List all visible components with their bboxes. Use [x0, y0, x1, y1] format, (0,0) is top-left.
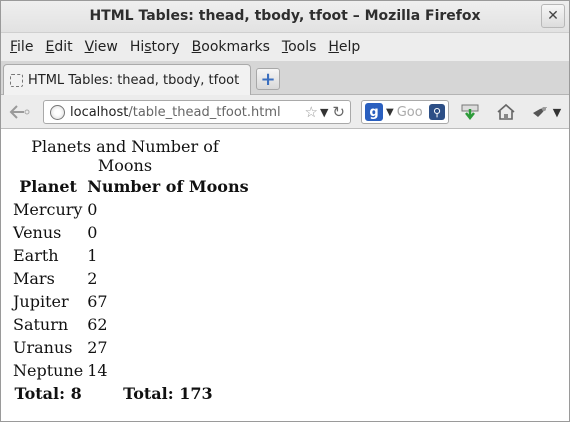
close-window-button[interactable]: ✕	[541, 4, 565, 28]
moons-cell: 0	[87, 200, 98, 219]
table-foot: Total: 8 Total: 173	[12, 382, 250, 405]
planet-cell: Venus	[13, 223, 62, 242]
reload-icon[interactable]: ↻	[332, 103, 345, 121]
table-row: Neptune 14	[12, 359, 250, 382]
extension-icon[interactable]	[528, 101, 552, 123]
search-icon[interactable]: ⚲	[429, 104, 445, 120]
table-row: Earth 1	[12, 244, 250, 267]
table-head: Planet Number of Moons	[12, 175, 250, 198]
table-caption: Planets and Number of Moons	[31, 137, 219, 175]
planets-table: Planets and Number of Moons Planet Numbe…	[10, 137, 252, 405]
table-row: Mars 2	[12, 267, 250, 290]
site-identity-icon[interactable]	[50, 104, 65, 120]
browser-window: HTML Tables: thead, tbody, tfoot – Mozil…	[0, 0, 570, 422]
menu-view[interactable]: View	[80, 39, 123, 55]
menu-bar: File Edit View History Bookmarks Tools H…	[1, 33, 569, 61]
navigation-toolbar: localhost/table_thead_tfoot.html ☆ ▼ ↻ g…	[1, 95, 569, 129]
planet-cell: Jupiter	[13, 292, 69, 311]
search-input[interactable]: Goo	[397, 105, 429, 120]
menu-tools[interactable]: Tools	[277, 39, 322, 55]
planet-cell: Mercury	[13, 200, 83, 219]
url-history-dropdown-icon[interactable]: ▼	[320, 106, 328, 119]
downloads-icon[interactable]	[458, 101, 482, 123]
search-bar[interactable]: g ▼ Goo ⚲	[361, 100, 449, 124]
back-arrow-icon	[9, 105, 30, 119]
table-body: Mercury 0 Venus 0 Earth 1 Mars 2 Jupiter 67 S…	[12, 198, 250, 382]
search-engine-icon[interactable]: g	[365, 103, 383, 121]
footer-planet-total: Total: 8	[14, 384, 82, 403]
new-tab-button[interactable]: +	[256, 68, 280, 90]
search-engine-dropdown-icon[interactable]: ▼	[386, 107, 394, 118]
moons-cell: 67	[87, 292, 108, 311]
header-row: Planet Number of Moons	[12, 175, 250, 198]
tab-strip: HTML Tables: thead, tbody, tfoot +	[1, 61, 569, 95]
planet-cell: Saturn	[13, 315, 69, 334]
menu-history[interactable]: History	[125, 39, 185, 55]
header-planet: Planet	[19, 177, 77, 196]
url-bar[interactable]: localhost/table_thead_tfoot.html ☆ ▼ ↻	[43, 100, 351, 124]
header-moons: Number of Moons	[87, 177, 249, 196]
moons-cell: 14	[87, 361, 108, 380]
moons-cell: 62	[87, 315, 108, 334]
page-favicon-icon	[10, 73, 23, 87]
moons-cell: 1	[87, 246, 98, 265]
page-content: Planets and Number of Moons Planet Numbe…	[2, 131, 568, 421]
planet-cell: Uranus	[13, 338, 73, 357]
planet-cell: Mars	[13, 269, 55, 288]
moons-cell: 2	[87, 269, 98, 288]
planet-cell: Earth	[13, 246, 59, 265]
table-row: Venus 0	[12, 221, 250, 244]
back-button[interactable]	[7, 101, 33, 123]
moons-cell: 27	[87, 338, 108, 357]
menu-file[interactable]: File	[5, 39, 38, 55]
close-icon: ✕	[547, 8, 559, 24]
footer-row: Total: 8 Total: 173	[12, 382, 250, 405]
tab-label: HTML Tables: thead, tbody, tfoot	[28, 72, 240, 88]
table-row: Uranus 27	[12, 336, 250, 359]
table-row: Saturn 62	[12, 313, 250, 336]
footer-moons-total: Total: 173	[123, 384, 213, 403]
title-bar[interactable]: HTML Tables: thead, tbody, tfoot – Mozil…	[1, 1, 569, 33]
table-row: Mercury 0	[12, 198, 250, 221]
menu-help[interactable]: Help	[323, 39, 365, 55]
moons-cell: 0	[87, 223, 98, 242]
bookmark-star-icon[interactable]: ☆	[305, 103, 318, 121]
tab-active[interactable]: HTML Tables: thead, tbody, tfoot	[3, 64, 251, 95]
planet-cell: Neptune	[13, 361, 84, 380]
chevron-down-icon[interactable]: ▼	[550, 101, 564, 123]
url-input[interactable]: localhost/table_thead_tfoot.html	[70, 105, 305, 120]
window-title: HTML Tables: thead, tbody, tfoot – Mozil…	[89, 8, 481, 24]
menu-bookmarks[interactable]: Bookmarks	[187, 39, 275, 55]
menu-edit[interactable]: Edit	[40, 39, 77, 55]
home-icon[interactable]	[494, 101, 518, 123]
table-row: Jupiter 67	[12, 290, 250, 313]
plus-icon: +	[260, 68, 276, 90]
